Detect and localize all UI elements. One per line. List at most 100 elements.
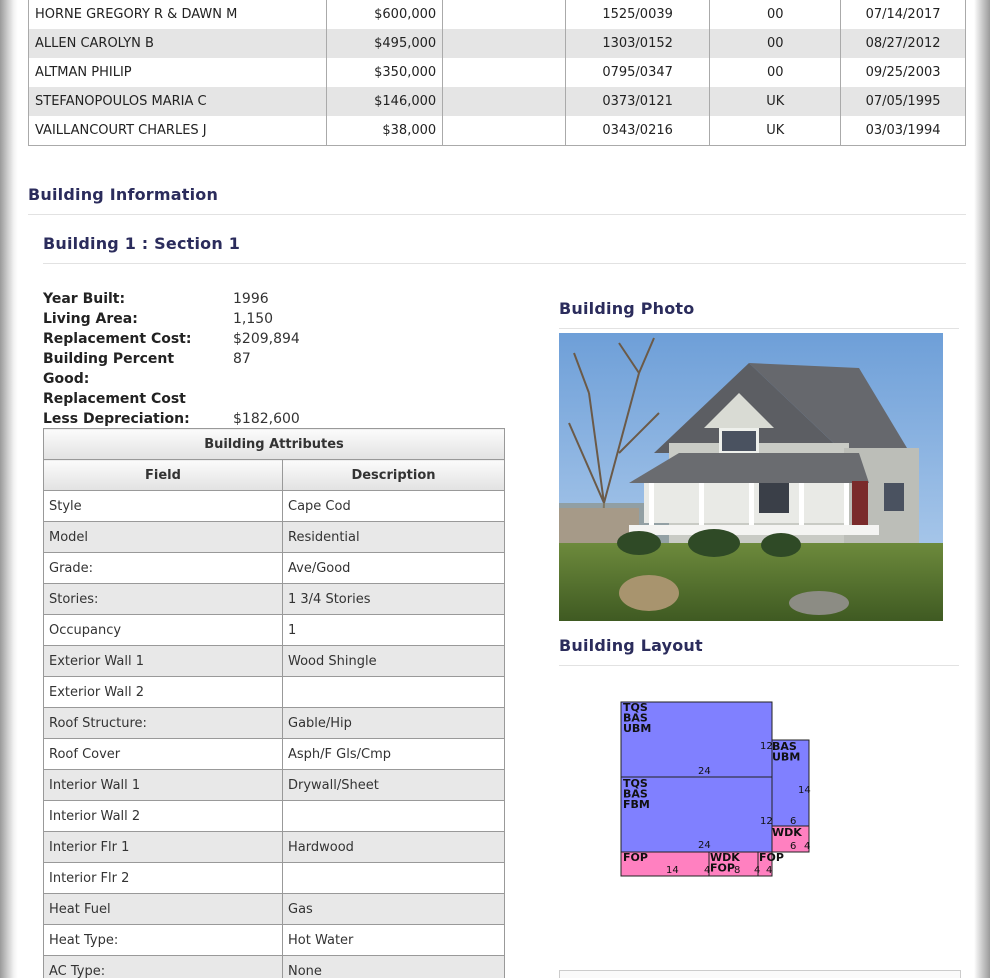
book-page-cell: 0373/0121 [564, 87, 711, 116]
replacement-cost-label: Replacement Cost: [43, 331, 192, 347]
building-section-heading: Building 1 : Section 1 [43, 234, 241, 253]
sales-row: VAILLANCOURT CHARLES J $38,000 0343/0216 UK… [27, 116, 966, 146]
empty-cell [442, 58, 566, 87]
owner-cell: ALTMAN PHILIP [27, 58, 328, 87]
bottom-panel [559, 970, 961, 978]
dimension-label: 4 [754, 865, 760, 876]
price-cell: $350,000 [326, 58, 444, 87]
attribute-field: Model [43, 521, 283, 553]
attribute-description: Asph/F Gls/Cmp [282, 738, 505, 770]
side-block-label: UBM [772, 751, 800, 764]
attribute-row: Exterior Wall 2 [43, 676, 505, 708]
attribute-row: Grade: Ave/Good [43, 552, 505, 584]
dimension-label: 4 [766, 865, 772, 876]
building-layout-heading: Building Layout [559, 636, 703, 655]
year-built-label: Year Built: [43, 291, 126, 307]
sale-date-cell: 03/03/1994 [840, 116, 966, 146]
sale-date-cell: 08/27/2012 [840, 29, 966, 58]
wdk-fop-label: FOP [710, 862, 735, 875]
divider [43, 263, 966, 264]
attribute-row: Occupancy 1 [43, 614, 505, 646]
fop-label: FOP [759, 851, 784, 864]
dimension-label: 6 [790, 816, 796, 827]
attribute-description: Cape Cod [282, 490, 505, 522]
attribute-row: Roof Structure: Gable/Hip [43, 707, 505, 739]
dimension-label: 14 [666, 865, 679, 876]
attribute-field: AC Type: [43, 955, 283, 978]
price-cell: $600,000 [326, 0, 444, 29]
attribute-description: Ave/Good [282, 552, 505, 584]
attribute-description: Gable/Hip [282, 707, 505, 739]
attribute-row: Roof Cover Asph/F Gls/Cmp [43, 738, 505, 770]
sales-row: HORNE GREGORY R & DAWN M $600,000 1525/003… [27, 0, 966, 29]
divider [559, 328, 959, 329]
price-cell: $146,000 [326, 87, 444, 116]
rcld-label-line2: Less Depreciation: [43, 411, 190, 427]
attribute-description: 1 3/4 Stories [282, 583, 505, 615]
attribute-description: Residential [282, 521, 505, 553]
owner-cell: HORNE GREGORY R & DAWN M [27, 0, 328, 29]
sale-code-cell: UK [709, 87, 842, 116]
description-column-header: Description [282, 459, 505, 491]
attribute-row: Interior Wall 2 [43, 800, 505, 832]
sale-date-cell: 07/05/1995 [840, 87, 966, 116]
attribute-row: Interior Wall 1 Drywall/Sheet [43, 769, 505, 801]
attribute-description [282, 676, 505, 708]
attribute-row: Exterior Wall 1 Wood Shingle [43, 645, 505, 677]
attribute-field: Interior Wall 2 [43, 800, 283, 832]
sale-code-cell: 00 [709, 0, 842, 29]
sale-date-cell: 07/14/2017 [840, 0, 966, 29]
attribute-row: AC Type: None [43, 955, 505, 978]
property-record-page: HORNE GREGORY R & DAWN M $600,000 1525/003… [0, 0, 990, 978]
book-page-cell: 1525/0039 [564, 0, 711, 29]
attribute-description: Gas [282, 893, 505, 925]
sale-date-cell: 09/25/2003 [840, 58, 966, 87]
building-photo-heading: Building Photo [559, 299, 695, 318]
attribute-row: Stories: 1 3/4 Stories [43, 583, 505, 615]
building-sketch[interactable]: TQSBASUBMTQSBASFBMBASUBMWDKFOP WDKFOPFOP2… [620, 700, 820, 880]
sale-code-cell: 00 [709, 29, 842, 58]
field-column-header: Field [43, 459, 283, 491]
sale-code-cell: 00 [709, 58, 842, 87]
attribute-description: Drywall/Sheet [282, 769, 505, 801]
dimension-label: 14 [798, 785, 811, 796]
attribute-description: Hot Water [282, 924, 505, 956]
percent-good-value: 87 [233, 351, 251, 367]
attribute-description: Hardwood [282, 831, 505, 863]
attribute-field: Exterior Wall 1 [43, 645, 283, 677]
attribute-field: Stories: [43, 583, 283, 615]
attribute-field: Roof Structure: [43, 707, 283, 739]
divider [28, 214, 966, 215]
sales-row: STEFANOPOULOS MARIA C $146,000 0373/0121 UK… [27, 87, 966, 116]
attribute-field: Interior Wall 1 [43, 769, 283, 801]
book-page-cell: 0343/0216 [564, 116, 711, 146]
book-page-cell: 0795/0347 [564, 58, 711, 87]
dimension-label: 8 [734, 865, 740, 876]
book-page-cell: 1303/0152 [564, 29, 711, 58]
percent-good-label-line2: Good: [43, 371, 90, 387]
dimension-label: 12 [760, 816, 773, 827]
owner-cell: VAILLANCOURT CHARLES J [27, 116, 328, 146]
attribute-description [282, 862, 505, 894]
attribute-description: None [282, 955, 505, 978]
building-photo[interactable] [559, 333, 943, 621]
attribute-field: Interior Flr 2 [43, 862, 283, 894]
sale-code-cell: UK [709, 116, 842, 146]
divider [559, 665, 959, 666]
attribute-row: Interior Flr 1 Hardwood [43, 831, 505, 863]
attribute-row: Heat Fuel Gas [43, 893, 505, 925]
fop-label: FOP [623, 851, 648, 864]
attribute-description: 1 [282, 614, 505, 646]
house-photo-illustration [559, 333, 943, 621]
building-information-heading: Building Information [28, 185, 219, 204]
dimension-label: 24 [698, 766, 711, 777]
dimension-label: 12 [760, 741, 773, 752]
dimension-label: 4 [804, 841, 810, 852]
empty-cell [442, 0, 566, 29]
attribute-field: Exterior Wall 2 [43, 676, 283, 708]
empty-cell [442, 29, 566, 58]
attribute-description: Wood Shingle [282, 645, 505, 677]
building-attributes-table: Building Attributes Field Description St… [43, 428, 505, 978]
attribute-field: Heat Type: [43, 924, 283, 956]
replacement-cost-value: $209,894 [233, 331, 300, 347]
